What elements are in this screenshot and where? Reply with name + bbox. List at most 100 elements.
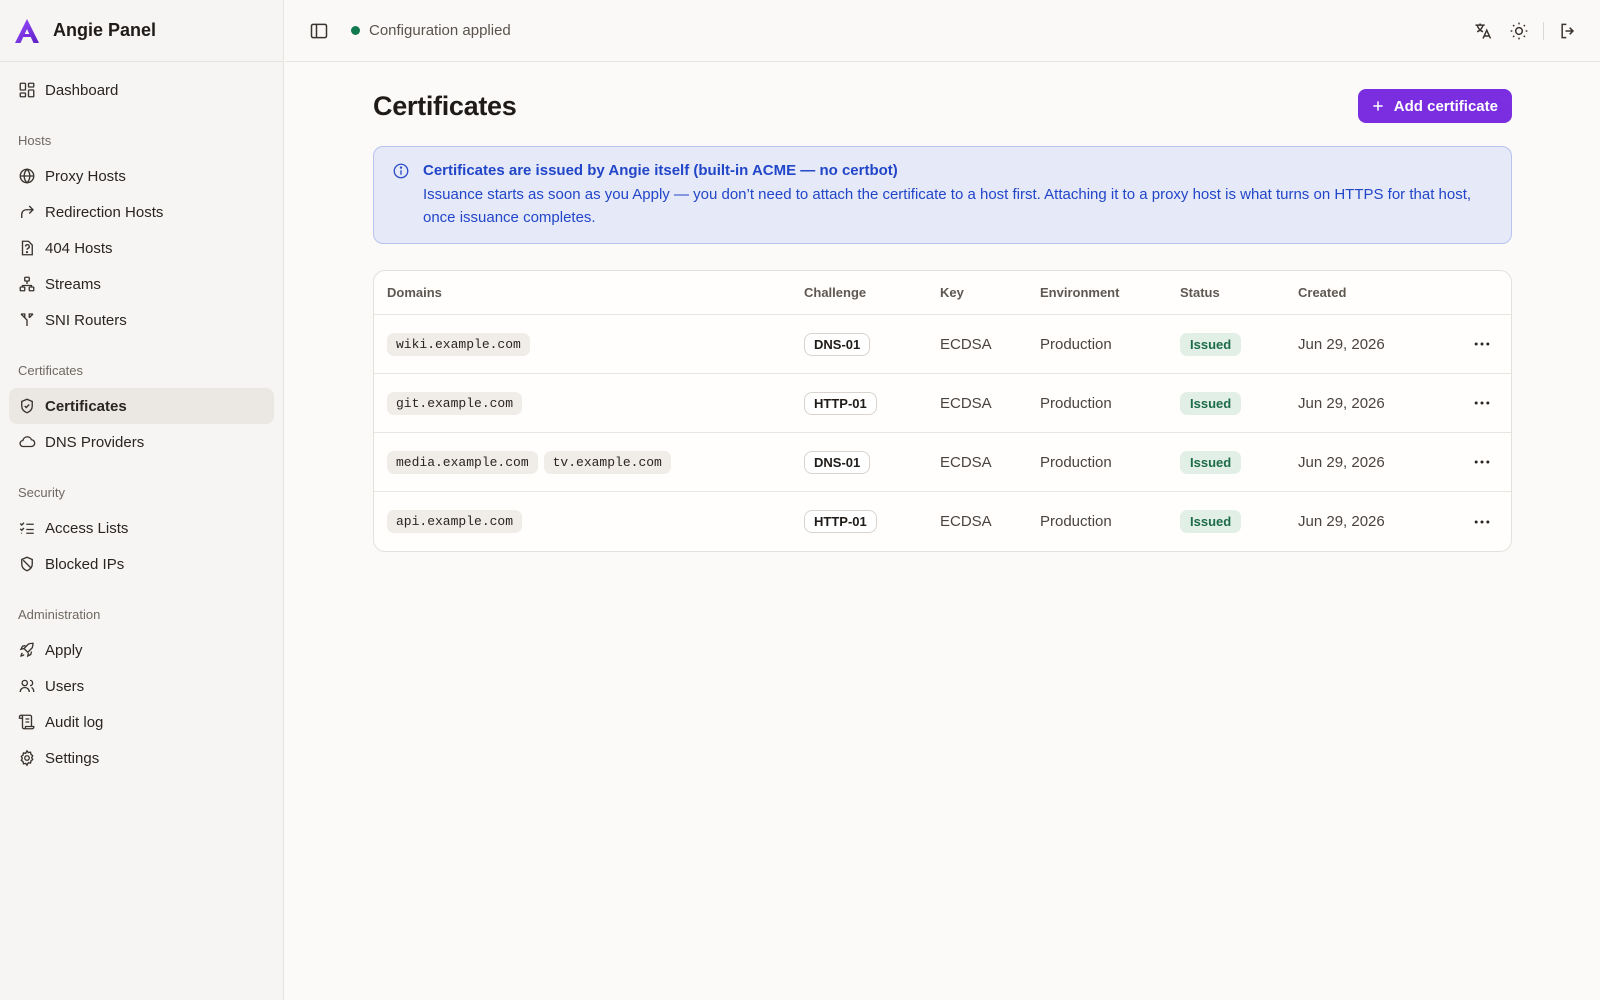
sidebar-item-label: Redirection Hosts: [45, 203, 164, 221]
domain-chip: api.example.com: [387, 510, 523, 533]
status-badge: Issued: [1180, 391, 1242, 415]
created-date: Jun 29, 2026: [1298, 453, 1385, 471]
users-icon: [19, 679, 35, 693]
brand-name: Angie Panel: [53, 20, 157, 40]
main-content: Certificates Add certificate Certificate…: [373, 62, 1512, 552]
status-text: Configuration applied: [369, 22, 511, 39]
scroll-icon: [18, 714, 35, 730]
shield-check-icon: [21, 398, 33, 414]
environment: Production: [1040, 394, 1112, 412]
status-badge: Issued: [1180, 510, 1242, 533]
more-horizontal-icon[interactable]: [1472, 452, 1492, 472]
info-icon: [393, 163, 409, 179]
status-badge: Issued: [1180, 450, 1242, 474]
sidebar: Angie Panel Dashboard Hosts Proxy Hosts …: [0, 0, 284, 1000]
topbar: Configuration applied: [285, 0, 1600, 62]
topbar-divider: [1543, 21, 1544, 40]
sidebar-item-access-lists[interactable]: Access Lists: [9, 510, 274, 546]
column-header-status: Status: [1180, 285, 1220, 300]
sidebar-item-users[interactable]: Users: [9, 668, 274, 704]
sidebar-item-proxy-hosts[interactable]: Proxy Hosts: [9, 158, 274, 194]
table-row[interactable]: api.example.com HTTP-01 ECDSA Production…: [374, 492, 1511, 551]
sidebar-item-apply[interactable]: Apply: [9, 632, 274, 668]
network-icon: [19, 276, 35, 292]
split-icon: [20, 313, 34, 326]
sidebar-section-security: Security: [18, 484, 65, 500]
sidebar-item-redirection-hosts[interactable]: Redirection Hosts: [9, 194, 274, 230]
sidebar-item-audit-log[interactable]: Audit log: [9, 704, 274, 740]
page-title: Certificates: [373, 90, 517, 121]
list-checks-icon: [19, 522, 34, 534]
sidebar-section-certificates: Certificates: [18, 362, 84, 378]
domain-chip: tv.example.com: [543, 450, 671, 474]
add-certificate-button[interactable]: Add certificate: [1357, 89, 1512, 123]
domain-chip: wiki.example.com: [387, 332, 530, 356]
key-type: ECDSA: [940, 335, 992, 353]
file-question-icon: [21, 240, 33, 256]
sidebar-item-dashboard[interactable]: Dashboard: [9, 72, 274, 108]
domain-chip: git.example.com: [387, 391, 523, 415]
logout-icon[interactable]: [1558, 21, 1578, 41]
info-alert: Certificates are issued by Angie itself …: [373, 146, 1512, 244]
sidebar-item-label: Users: [45, 677, 85, 695]
sidebar-item-streams[interactable]: Streams: [9, 266, 274, 302]
sidebar-item-label: Apply: [45, 641, 83, 659]
gear-icon: [20, 749, 34, 767]
sidebar-item-settings[interactable]: Settings: [9, 740, 274, 776]
plus-icon: [1373, 101, 1383, 111]
sidebar-section-administration: Administration: [18, 606, 101, 622]
add-certificate-label: Add certificate: [1393, 97, 1498, 115]
sidebar-item-blocked-ips[interactable]: Blocked IPs: [9, 546, 274, 582]
brand[interactable]: Angie Panel: [0, 0, 283, 62]
sun-icon[interactable]: [1509, 21, 1529, 41]
sidebar-item-label: Proxy Hosts: [45, 167, 126, 185]
created-date: Jun 29, 2026: [1298, 335, 1385, 353]
sidebar-item-label: SNI Routers: [45, 311, 127, 329]
challenge-badge: HTTP-01: [804, 510, 877, 533]
sidebar-item-label: 404 Hosts: [45, 239, 113, 257]
sidebar-item-label: Blocked IPs: [45, 555, 125, 573]
column-header-created: Created: [1298, 285, 1347, 300]
cloud-icon: [19, 436, 36, 448]
table-row[interactable]: media.example.com tv.example.com DNS-01 …: [374, 433, 1511, 492]
table-row[interactable]: git.example.com HTTP-01 ECDSA Production…: [374, 374, 1511, 433]
sidebar-item-label: DNS Providers: [45, 433, 145, 451]
created-date: Jun 29, 2026: [1298, 394, 1385, 412]
table-header: Domains Challenge Key Environment Status…: [374, 271, 1511, 315]
sidebar-toggle-icon[interactable]: [309, 21, 329, 41]
more-horizontal-icon[interactable]: [1472, 512, 1492, 532]
alert-title: Certificates are issued by Angie itself …: [423, 162, 898, 179]
rocket-icon: [19, 642, 34, 658]
sidebar-item-certificates[interactable]: Certificates: [9, 388, 274, 424]
config-status: Configuration applied: [351, 22, 511, 39]
challenge-badge: DNS-01: [804, 450, 871, 474]
column-header-environment: Environment: [1040, 285, 1120, 300]
sidebar-item-dns-providers[interactable]: DNS Providers: [9, 424, 274, 460]
redirect-icon: [21, 205, 34, 218]
more-horizontal-icon[interactable]: [1472, 393, 1492, 413]
page-header: Certificates Add certificate: [373, 89, 1512, 123]
sidebar-item-label: Dashboard: [45, 81, 119, 99]
column-header-domains: Domains: [387, 285, 442, 300]
top-actions: [1473, 21, 1600, 41]
sidebar-item-label: Settings: [45, 749, 100, 767]
created-date: Jun 29, 2026: [1298, 513, 1385, 530]
sidebar-item-sni-routers[interactable]: SNI Routers: [9, 302, 274, 338]
key-type: ECDSA: [940, 453, 992, 471]
translate-icon[interactable]: [1473, 21, 1493, 41]
alert-body: Issuance starts as soon as you Apply — y…: [423, 186, 1472, 226]
column-header-challenge: Challenge: [804, 285, 867, 300]
challenge-badge: HTTP-01: [804, 391, 877, 415]
sidebar-item-404-hosts[interactable]: 404 Hosts: [9, 230, 274, 266]
more-horizontal-icon[interactable]: [1472, 334, 1492, 354]
sidebar-section-hosts: Hosts: [18, 132, 52, 148]
environment: Production: [1040, 335, 1112, 353]
table-row[interactable]: wiki.example.com DNS-01 ECDSA Production…: [374, 315, 1511, 374]
globe-icon: [19, 168, 35, 184]
status-dot: [351, 26, 360, 35]
dashboard-icon: [19, 82, 35, 98]
environment: Production: [1040, 513, 1112, 530]
domain-chip: media.example.com: [387, 450, 538, 474]
angie-logo-icon: [15, 18, 39, 43]
status-badge: Issued: [1180, 332, 1242, 356]
